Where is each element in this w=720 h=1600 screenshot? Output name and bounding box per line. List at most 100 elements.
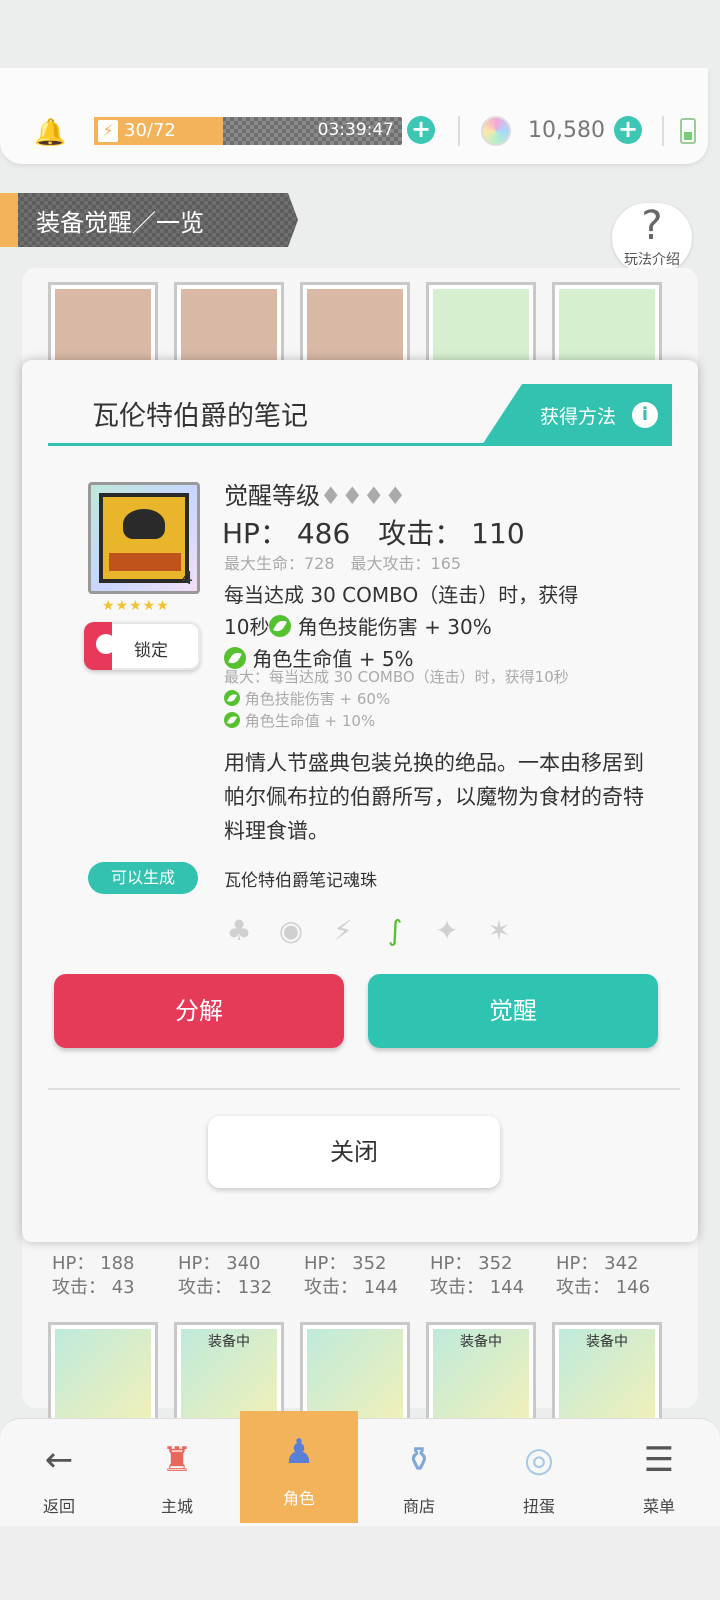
equipment-slot[interactable]: 装备中 [552,1322,662,1432]
nav-label: 返回 [42,1497,75,1516]
slot-atk: 攻击： 43 [52,1277,135,1298]
wind-element-icon: ∫ [387,914,403,947]
cookbook-icon [99,493,189,583]
item-title: 瓦伦特伯爵的笔记 [92,401,308,432]
info-icon: i [632,402,658,428]
nav-character[interactable]: ♟ 角色 [240,1411,358,1523]
skill-effect: 角色技能伤害 + 30% [291,615,492,639]
gem-icon [481,116,511,146]
nav-label: 菜单 [642,1497,675,1516]
skill-max-line: 角色技能伤害 + 60% [224,688,390,710]
item-description: 用情人节盛典包装兑换的绝品。一本由移居到帕尔佩布拉的伯爵所写，以魔物为食材的奇特… [224,751,644,843]
nav-label: 商店 [402,1497,435,1516]
slot-atk: 攻击： 144 [304,1277,399,1298]
add-gems-button[interactable]: + [614,116,642,144]
max-stats: 最大生命：728 最大攻击：165 [224,554,462,573]
close-button[interactable]: 关闭 [208,1116,500,1188]
item-quantity: 4 [181,568,193,589]
back-arrow-icon: ← [44,1440,74,1480]
top-status-bar: 🔔 ⚡ 30/72 03:39:47 + 10,580 + [0,68,708,164]
obtain-method-button[interactable]: 获得方法 i [482,384,672,445]
slot-atk: 攻击： 146 [556,1277,651,1298]
awaken-diamonds: ♦♦♦♦ [320,482,407,510]
system-nav-area [0,1526,720,1600]
nav-back[interactable]: ← 返回 [0,1419,118,1523]
decompose-button[interactable]: 分解 [54,974,344,1048]
water-element-icon: ◉ [278,914,304,947]
thunder-element-icon: ⚡ [333,914,353,947]
slot-hp: HP： 188 [52,1253,135,1274]
castle-icon: ♜ [161,1440,193,1480]
nav-label: 扭蛋 [522,1497,555,1516]
stamina-count: 30/72 [124,120,176,141]
awaken-button[interactable]: 觉醒 [368,974,658,1048]
slot-hp: HP： 342 [556,1253,639,1274]
equipped-label: 装备中 [208,1334,250,1350]
leaf-element-icon [224,690,240,706]
stamina-timer: 03:39:47 [317,120,394,140]
equipped-label: 装备中 [586,1334,628,1350]
gem-count: 10,580 [528,118,605,143]
skill-max-effect: 角色生命值 + 10% [240,712,376,730]
divider [48,1088,680,1090]
shop-icon: ⚱ [404,1440,434,1480]
skill-max-line: 最大：每当达成 30 COMBO（连击）时，获得10秒 [224,668,569,686]
divider [458,116,460,146]
page-title-banner: 装备觉醒／一览 [0,193,298,247]
menu-icon: ☰ [643,1440,675,1480]
slot-stats: HP： 352 攻击： 144 [304,1252,398,1300]
character-icon: ♟ [283,1432,315,1472]
lock-label: 锁定 [134,641,168,661]
can-generate-badge: 可以生成 [88,862,198,894]
awaken-level: 觉醒等级♦♦♦♦ [224,476,406,511]
nav-menu[interactable]: ☰ 菜单 [600,1419,718,1523]
slot-atk: 攻击： 132 [178,1277,273,1298]
slot-hp: HP： 352 [430,1253,513,1274]
slot-stats: HP： 342 攻击： 146 [556,1252,650,1300]
leaf-element-icon [269,615,292,637]
page-title: 装备觉醒／一览 [36,209,204,237]
help-button[interactable]: ? 玩法介绍 [612,203,692,273]
generate-item-name: 瓦伦特伯爵笔记魂珠 [224,871,377,891]
rarity-stars: ★★★★★ [102,598,170,614]
nav-label: 主城 [160,1497,193,1516]
item-detail-dialog: 瓦伦特伯爵的笔记 获得方法 i 4 ★★★★★ 锁定 觉醒等级♦♦♦♦ HP： … [22,360,698,1242]
nav-shop[interactable]: ⚱ 商店 [360,1419,478,1523]
bottom-navigation: ← 返回 ♜ 主城 ♟ 角色 ⚱ 商店 ◎ 扭蛋 ☰ 菜单 [0,1411,720,1526]
battery-icon [680,118,696,144]
hp-attack-stats: HP： 486 攻击： 110 [222,517,525,550]
awaken-label: 觉醒等级 [224,482,320,510]
lightning-icon: ⚡ [98,120,118,142]
gacha-icon: ◎ [524,1440,554,1480]
slot-hp: HP： 352 [304,1253,387,1274]
toggle-switch [84,622,116,670]
pickaxe-icon [55,1329,151,1425]
skill-max-line: 角色生命值 + 10% [224,710,375,732]
bell-icon[interactable]: 🔔 [34,118,66,148]
equipped-label: 装备中 [460,1334,502,1350]
leaf-element-icon [224,712,240,728]
slot-stats: HP： 352 攻击： 144 [430,1252,524,1300]
equipment-slot[interactable]: 装备中 [426,1322,536,1432]
nav-gacha[interactable]: ◎ 扭蛋 [480,1419,598,1523]
skill-max-effect: 角色技能伤害 + 60% [240,690,391,708]
skill-duration: 10秒 [224,615,270,639]
obtain-label: 获得方法 [540,406,617,428]
lock-toggle[interactable]: 锁定 [84,622,200,670]
skill-line: 每当达成 30 COMBO（连击）时，获得 [224,583,579,607]
slot-atk: 攻击： 144 [430,1277,525,1298]
slot-stats: HP： 340 攻击： 132 [178,1252,272,1300]
help-label: 玩法介绍 [624,252,680,268]
skill-line: 10秒 角色技能伤害 + 30% [224,612,492,642]
question-icon: ? [641,203,663,249]
add-stamina-button[interactable]: + [407,116,435,144]
nav-main-city[interactable]: ♜ 主城 [118,1419,236,1523]
dark-element-icon: ✶ [487,914,511,947]
slot-stats: HP： 188 攻击： 43 [52,1252,135,1300]
banner-accent [0,193,18,247]
equipment-slot[interactable] [48,1322,158,1432]
item-icon-frame: 4 [88,482,200,594]
slot-hp: HP： 340 [178,1253,261,1274]
light-element-icon: ✦ [435,914,459,947]
earth-element-icon: ♣ [226,914,252,947]
